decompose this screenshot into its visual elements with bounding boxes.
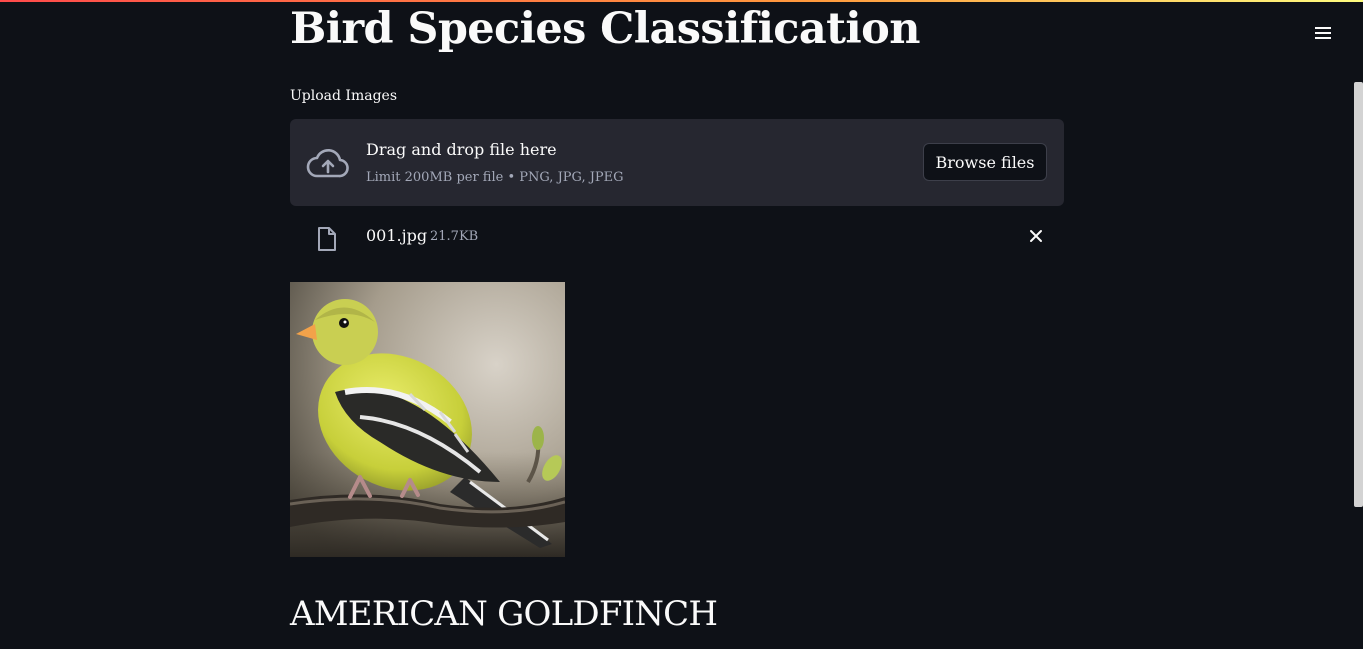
close-icon bbox=[1030, 230, 1042, 242]
remove-file-button[interactable] bbox=[1023, 223, 1049, 249]
browse-files-button[interactable]: Browse files bbox=[923, 143, 1047, 181]
main-menu-button[interactable] bbox=[1310, 22, 1336, 44]
page-title: Bird Species Classification bbox=[290, 4, 921, 54]
file-name: 001.jpg bbox=[366, 226, 428, 245]
upload-label: Upload Images bbox=[290, 88, 398, 104]
dropzone-limit-text: Limit 200MB per file • PNG, JPG, JPEG bbox=[366, 170, 624, 185]
prediction-heading: AMERICAN GOLDFINCH bbox=[290, 594, 718, 634]
cloud-upload-icon bbox=[306, 148, 349, 178]
file-icon bbox=[318, 227, 336, 251]
dropzone-title: Drag and drop file here bbox=[366, 140, 557, 159]
file-dropzone[interactable]: Drag and drop file here Limit 200MB per … bbox=[290, 119, 1064, 206]
uploaded-file-row: 001.jpg 21.7KB bbox=[290, 214, 1064, 260]
bird-photo bbox=[290, 282, 565, 557]
top-decoration-bar bbox=[0, 0, 1363, 2]
page-scrollbar[interactable] bbox=[1354, 82, 1363, 507]
file-size: 21.7KB bbox=[430, 229, 479, 244]
hamburger-icon bbox=[1315, 27, 1331, 39]
